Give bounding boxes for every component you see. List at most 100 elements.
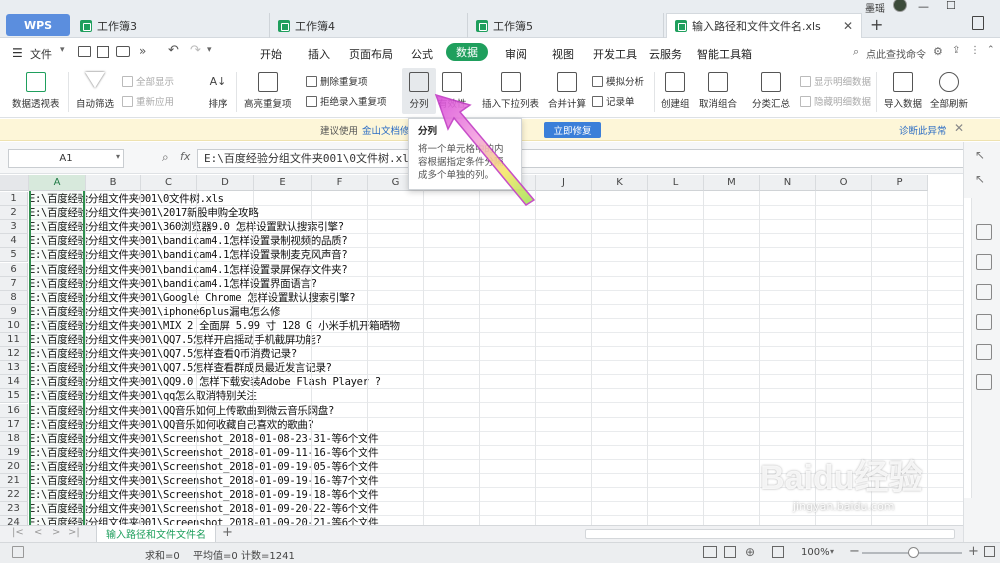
row-header[interactable]: 8 [0, 290, 28, 305]
row-header[interactable]: 3 [0, 220, 28, 235]
file-menu[interactable]: 文件 [30, 46, 52, 62]
help-icon[interactable] [976, 344, 992, 360]
open-folder-icon[interactable] [78, 46, 91, 57]
row-header[interactable]: 21 [0, 474, 28, 488]
add-sheet-button[interactable]: + [222, 525, 233, 540]
record-form-button[interactable]: 记录单 [592, 94, 635, 108]
name-box[interactable]: A1 [8, 149, 124, 168]
command-search[interactable]: 点此查找命令 [866, 46, 926, 61]
row-header[interactable]: 1 [0, 192, 28, 206]
avatar[interactable] [893, 0, 907, 12]
column-header-p[interactable]: P [872, 175, 928, 191]
row-header[interactable]: 23 [0, 502, 28, 517]
column-header-o[interactable]: O [816, 175, 872, 191]
subtotal-button[interactable]: 分类汇总 [752, 72, 790, 110]
import-data-button[interactable]: 导入数据 [884, 72, 922, 110]
show-detail-button[interactable]: 显示明细数据 [800, 74, 871, 88]
page-layout-view-icon[interactable] [724, 546, 736, 558]
column-header-l[interactable]: L [648, 175, 704, 191]
menu-data-active[interactable]: 数据 [446, 43, 488, 61]
wps-home-button[interactable]: WPS [6, 14, 70, 36]
tab-active-file[interactable]: 输入路径和文件文件名.xls ✕ [666, 13, 862, 38]
tab-workbook3[interactable]: 工作簿3 [72, 13, 270, 38]
macro-icon[interactable] [12, 546, 24, 558]
row-header[interactable]: 24 [0, 516, 28, 525]
undo-icon[interactable]: ↶ [168, 43, 179, 58]
save-icon[interactable] [97, 46, 109, 58]
menu-smart-tools[interactable]: 智能工具箱 [697, 46, 752, 62]
row-header[interactable]: 18 [0, 431, 28, 446]
menu-page-layout[interactable]: 页面布局 [349, 46, 393, 62]
remove-duplicates-button[interactable]: 删除重复项 [306, 74, 368, 88]
column-header-f[interactable]: F [312, 175, 368, 191]
column-header-e[interactable]: E [254, 175, 312, 191]
collapse-ribbon-icon[interactable]: ⌃ [987, 45, 995, 55]
user-name[interactable]: 墨瑶 [865, 0, 885, 15]
hamburger-icon[interactable]: ☰ [12, 46, 23, 60]
whatif-analysis-button[interactable]: 模拟分析 [592, 74, 644, 88]
row-header[interactable]: 11 [0, 333, 28, 347]
select-icon[interactable] [976, 314, 992, 330]
window-layout-icon[interactable] [972, 16, 984, 30]
chevron-down-icon[interactable]: ▾ [60, 45, 65, 55]
create-group-button[interactable]: 创建组 [661, 72, 690, 110]
formula-input[interactable]: E:\百度经验分组文件夹001\0文件树.xls [197, 149, 967, 168]
menu-formula[interactable]: 公式 [411, 46, 433, 62]
column-header-n[interactable]: N [760, 175, 816, 191]
autofilter-button[interactable]: 自动筛选 [76, 72, 114, 110]
row-header[interactable]: 2 [0, 206, 28, 221]
new-tab-button[interactable]: + [870, 15, 883, 34]
maximize-icon[interactable]: ☐ [946, 0, 956, 12]
search-icon[interactable]: ⌕ [853, 45, 859, 59]
row-header[interactable]: 15 [0, 389, 28, 404]
row-header[interactable]: 16 [0, 403, 28, 418]
minimize-icon[interactable]: — [918, 0, 929, 13]
horizontal-scrollbar[interactable] [585, 529, 955, 539]
column-header-b[interactable]: B [86, 175, 141, 191]
reject-duplicates-button[interactable]: 拒绝录入重复项 [306, 94, 387, 108]
chevron-down-icon[interactable]: ▾ [116, 152, 120, 161]
format-icon[interactable] [976, 224, 992, 240]
settings-icon[interactable]: ⚙ [933, 45, 943, 58]
fullscreen-icon[interactable] [984, 546, 995, 557]
show-all-button[interactable]: 全部显示 [122, 74, 174, 88]
row-header[interactable]: 4 [0, 234, 28, 249]
style-icon[interactable] [976, 254, 992, 270]
zoom-slider-thumb[interactable] [908, 547, 919, 558]
redo-icon[interactable]: ↷ [190, 43, 201, 58]
close-tab-icon[interactable]: ✕ [843, 19, 853, 33]
ungroup-button[interactable]: 取消组合 [699, 72, 737, 110]
chevron-down-icon[interactable]: ▾ [830, 547, 834, 556]
column-header-c[interactable]: C [141, 175, 197, 191]
tab-workbook4[interactable]: 工作簿4 [270, 13, 468, 38]
row-header[interactable]: 14 [0, 375, 28, 390]
menu-insert[interactable]: 插入 [308, 46, 330, 62]
more-icon[interactable]: » [139, 44, 146, 58]
repair-now-button[interactable]: 立即修复 [544, 122, 601, 138]
vertical-scrollbar[interactable] [964, 198, 972, 498]
select-all-corner[interactable] [0, 175, 29, 191]
normal-view-icon[interactable] [703, 546, 717, 558]
split-column-button[interactable]: 分列 [409, 72, 429, 110]
row-header[interactable]: 20 [0, 459, 28, 474]
menu-home[interactable]: 开始 [260, 46, 282, 62]
tools-icon[interactable] [976, 374, 992, 390]
menu-developer[interactable]: 开发工具 [593, 46, 637, 62]
reapply-button[interactable]: 重新应用 [122, 94, 174, 108]
column-header-d[interactable]: D [197, 175, 254, 191]
page-break-icon[interactable]: ⊕ [745, 545, 755, 559]
row-header[interactable]: 6 [0, 262, 28, 277]
notice-link[interactable]: 金山文档修 [362, 123, 410, 137]
column-header-a[interactable]: A [29, 175, 86, 191]
row-header[interactable]: 19 [0, 445, 28, 460]
row-header[interactable]: 22 [0, 488, 28, 503]
zoom-formula-icon[interactable]: ⌕ [162, 150, 169, 165]
row-header[interactable]: 12 [0, 347, 28, 362]
print-icon[interactable] [116, 46, 130, 57]
row-header[interactable]: 17 [0, 417, 28, 432]
zoom-in-button[interactable]: + [968, 544, 979, 559]
row-header[interactable]: 10 [0, 318, 28, 333]
pivot-table-button[interactable]: 数据透视表 [12, 72, 60, 110]
fx-icon[interactable]: fx [180, 150, 190, 163]
last-sheet-icon[interactable]: >| [68, 527, 80, 538]
